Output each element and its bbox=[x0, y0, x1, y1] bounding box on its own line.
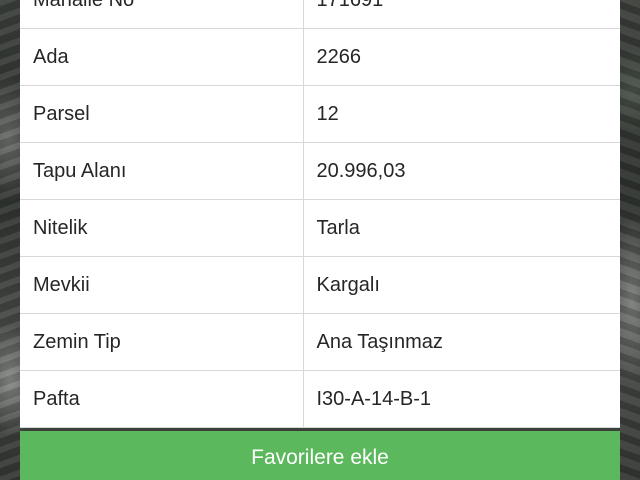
row-label: Mahalle No bbox=[20, 0, 304, 29]
row-value: 20.996,03 bbox=[302, 142, 620, 200]
row-label: Nitelik bbox=[20, 199, 304, 257]
row-label: Ada bbox=[20, 28, 304, 86]
table-row-parsel: Parsel 12 bbox=[20, 85, 620, 143]
row-value: 171691 bbox=[302, 0, 620, 29]
table-row-nitelik: Nitelik Tarla bbox=[20, 199, 620, 257]
table-row-zemin-tip: Zemin Tip Ana Taşınmaz bbox=[20, 313, 620, 371]
table-row-mahalle-no: Mahalle No 171691 bbox=[20, 0, 620, 29]
row-label: Pafta bbox=[20, 370, 304, 428]
table-row-ada: Ada 2266 bbox=[20, 28, 620, 86]
row-label: Tapu Alanı bbox=[20, 142, 304, 200]
table-row-pafta: Pafta I30-A-14-B-1 bbox=[20, 370, 620, 428]
row-value: 2266 bbox=[302, 28, 620, 86]
row-label: Mevkii bbox=[20, 256, 304, 314]
row-value: 12 bbox=[302, 85, 620, 143]
add-to-favorites-button[interactable]: Favorilere ekle bbox=[20, 431, 620, 480]
row-value: Kargalı bbox=[302, 256, 620, 314]
row-value: I30-A-14-B-1 bbox=[302, 370, 620, 428]
row-label: Zemin Tip bbox=[20, 313, 304, 371]
table-row-mevkii: Mevkii Kargalı bbox=[20, 256, 620, 314]
parcel-details-table: Mahalle No 171691 Ada 2266 Parsel 12 Tap… bbox=[20, 0, 620, 428]
row-value: Tarla bbox=[302, 199, 620, 257]
row-label: Parsel bbox=[20, 85, 304, 143]
parcel-info-panel: Mahalle No 171691 Ada 2266 Parsel 12 Tap… bbox=[20, 0, 620, 428]
row-value: Ana Taşınmaz bbox=[302, 313, 620, 371]
table-row-tapu-alani: Tapu Alanı 20.996,03 bbox=[20, 142, 620, 200]
